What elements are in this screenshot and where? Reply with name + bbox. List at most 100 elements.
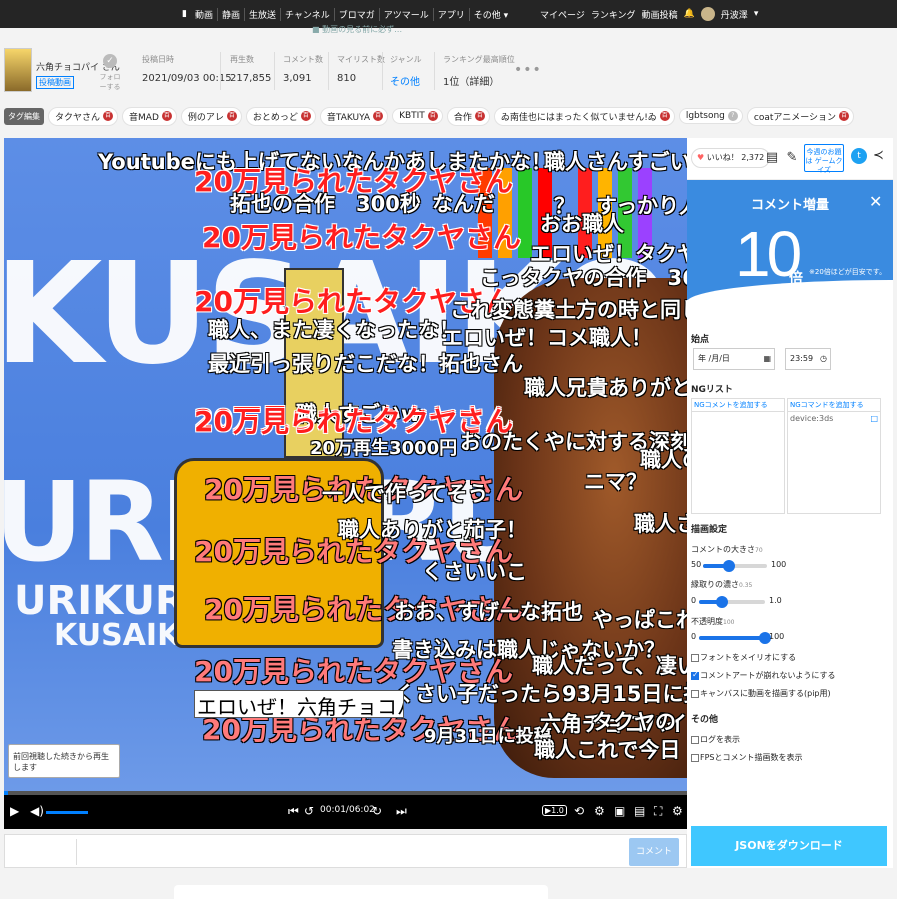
tag-item[interactable]: 音TAKUYA 百 [319,106,389,126]
nav-mypage[interactable]: マイページ [540,8,585,21]
edge-slider[interactable] [699,596,765,608]
loop-icon[interactable]: ⟲ [574,803,584,819]
checkbox-fps[interactable]: FPSとコメント描画数を表示 [691,752,803,763]
nav-item-blomaga[interactable]: ブロマガ [335,7,380,21]
playlist-icon[interactable]: ▤ [763,148,781,168]
json-download-button[interactable]: JSONをダウンロード [691,826,887,866]
follow-button[interactable]: ✓ フォローする [98,54,122,92]
share-icon[interactable]: ≺ [873,148,884,163]
tag-item[interactable]: おとめっど百 [245,106,316,126]
date-input[interactable]: 年 /月/日 ▦ [693,348,775,370]
nav-item-other[interactable]: その他 ▾ [470,8,512,21]
checkbox-log[interactable]: ログを表示 [691,734,740,745]
nav-item-seiga[interactable]: 静画 [218,7,245,21]
size-slider-knob[interactable] [722,560,735,572]
volume-icon[interactable]: ◀) [30,803,44,819]
nav-item-channel[interactable]: チャンネル [281,7,335,21]
follow-label: フォローする [99,73,121,91]
fullscreen-icon[interactable]: ⛶ [654,803,662,819]
checkbox[interactable] [691,753,699,762]
dictionary-icon[interactable]: ? [727,111,738,121]
nav-upload[interactable]: 動画投稿 [642,8,678,21]
checkbox-meiryo[interactable]: フォントをメイリオにする [691,652,796,663]
video-player[interactable]: KUSAIKO URIKURU URIKURU KUSAIKO Youtubeに… [4,138,687,791]
tag-item[interactable]: 合作百 [446,106,490,126]
nav-ranking[interactable]: ランキング [591,8,636,21]
opacity-slider[interactable] [699,632,771,644]
user-name[interactable]: 丹波澤 [721,8,748,21]
rewind-icon[interactable]: ↺ [304,803,314,819]
dictionary-icon[interactable]: 百 [161,111,172,121]
checkbox-canvas[interactable]: キャンバスに動画を描画する(pip用) [691,688,831,699]
checkbox[interactable] [691,735,699,744]
sub-ticker[interactable]: ■ 動画の見る前に必ず… [312,24,402,35]
ranking-link[interactable]: 1位（詳細） [443,73,515,88]
dictionary-icon[interactable]: 百 [103,111,114,121]
comment-submit-button[interactable]: コメント [629,838,679,866]
comment-input[interactable] [79,839,627,865]
gear-icon[interactable]: ⚙ [672,803,683,819]
checkbox[interactable] [691,653,699,662]
tag-item[interactable]: KBTIT 百 [392,108,443,124]
ng-comment-add[interactable]: NGコメントを追加する [692,399,784,412]
resume-notice[interactable]: 前回視聴した続きから再生します [8,744,120,778]
nav-item-app[interactable]: アプリ [434,7,470,21]
tag-item[interactable]: lgbtsong? [678,108,743,124]
dictionary-icon[interactable]: 百 [659,111,670,121]
tag-item[interactable]: 音MAD 百 [122,106,177,126]
seek-bar[interactable] [4,791,687,795]
tag-item[interactable]: 例のアレ百 [180,106,242,126]
checkbox[interactable] [691,689,699,698]
speed-button[interactable]: ▶1.0 [542,805,567,816]
checkbox[interactable] [691,670,699,680]
ng-command-list[interactable]: NGコマンドを追加する device:3ds □ [787,398,881,514]
play-icon[interactable]: ▶ [10,803,19,819]
tag-item[interactable]: ゐ南佳也にはまったく似ていません!ゐ百 [493,106,675,126]
tag-edit-button[interactable]: タグ編集 [4,107,44,125]
twitter-icon[interactable]: t [851,148,867,164]
nav-item-atsumaru[interactable]: アツマール [380,7,434,21]
nav-item-video[interactable]: 動画 [191,7,218,21]
pip-icon[interactable]: ▣ [614,803,625,819]
size-label: コメントの大きさ70 [691,544,763,555]
global-nav-bar: ▮ 動画 静画 生放送 チャンネル ブロマガ アツマール アプリ その他 ▾ マ… [0,0,897,28]
tag-item[interactable]: タクヤさん百 [48,106,119,126]
chevron-down-icon[interactable]: ▾ [754,9,759,19]
command-input[interactable] [9,839,77,865]
tag-item[interactable]: coatアニメーション百 [746,106,855,126]
edge-slider-knob[interactable] [716,596,729,608]
owner-thumbnail[interactable] [4,48,32,92]
owner-videos-link[interactable]: 投稿動画 [36,76,74,89]
size-slider[interactable] [703,560,767,572]
quiz-button[interactable]: 今週のお題は ゲームクイズ [804,144,844,174]
forward-icon[interactable]: ↻ [372,803,382,819]
nav-tv-icon[interactable]: ▮ [178,9,191,19]
delete-icon[interactable]: □ [870,414,878,423]
clock-icon[interactable]: ◷ [820,349,827,369]
more-icon[interactable]: ••• [514,62,542,78]
settings-icon[interactable]: ⚙ [594,803,605,819]
ng-comment-list[interactable]: NGコメントを追加する [691,398,785,514]
close-icon[interactable]: ✕ [869,192,882,211]
ad-icon[interactable]: ✎ [783,148,801,168]
next-icon[interactable]: ⏭ [396,803,407,819]
checkbox-comment-art[interactable]: コメントアートが崩れないようにする [691,670,835,681]
dictionary-icon[interactable]: 百 [373,111,384,121]
time-input[interactable]: 23:59 ◷ [785,348,831,370]
calendar-icon[interactable]: ▦ [763,349,771,369]
like-button[interactable]: ♥ いいね！ 2,372 [691,148,771,168]
dictionary-icon[interactable]: 百 [427,111,438,121]
avatar[interactable] [700,7,715,21]
ng-command-add[interactable]: NGコマンドを追加する [788,399,880,412]
comment-toggle-icon[interactable]: ▤ [634,803,645,819]
genre-link[interactable]: その他 [390,73,422,88]
volume-slider[interactable] [46,811,88,814]
dictionary-icon[interactable]: 百 [839,111,850,121]
dictionary-icon[interactable]: 百 [474,111,485,121]
dictionary-icon[interactable]: 百 [226,111,237,121]
opacity-label-text: 不透明度 [691,617,723,626]
nav-item-live[interactable]: 生放送 [245,7,281,21]
prev-icon[interactable]: ⏮ [288,803,299,819]
dictionary-icon[interactable]: 百 [300,111,311,121]
bell-icon[interactable]: 🔔 [684,9,695,19]
